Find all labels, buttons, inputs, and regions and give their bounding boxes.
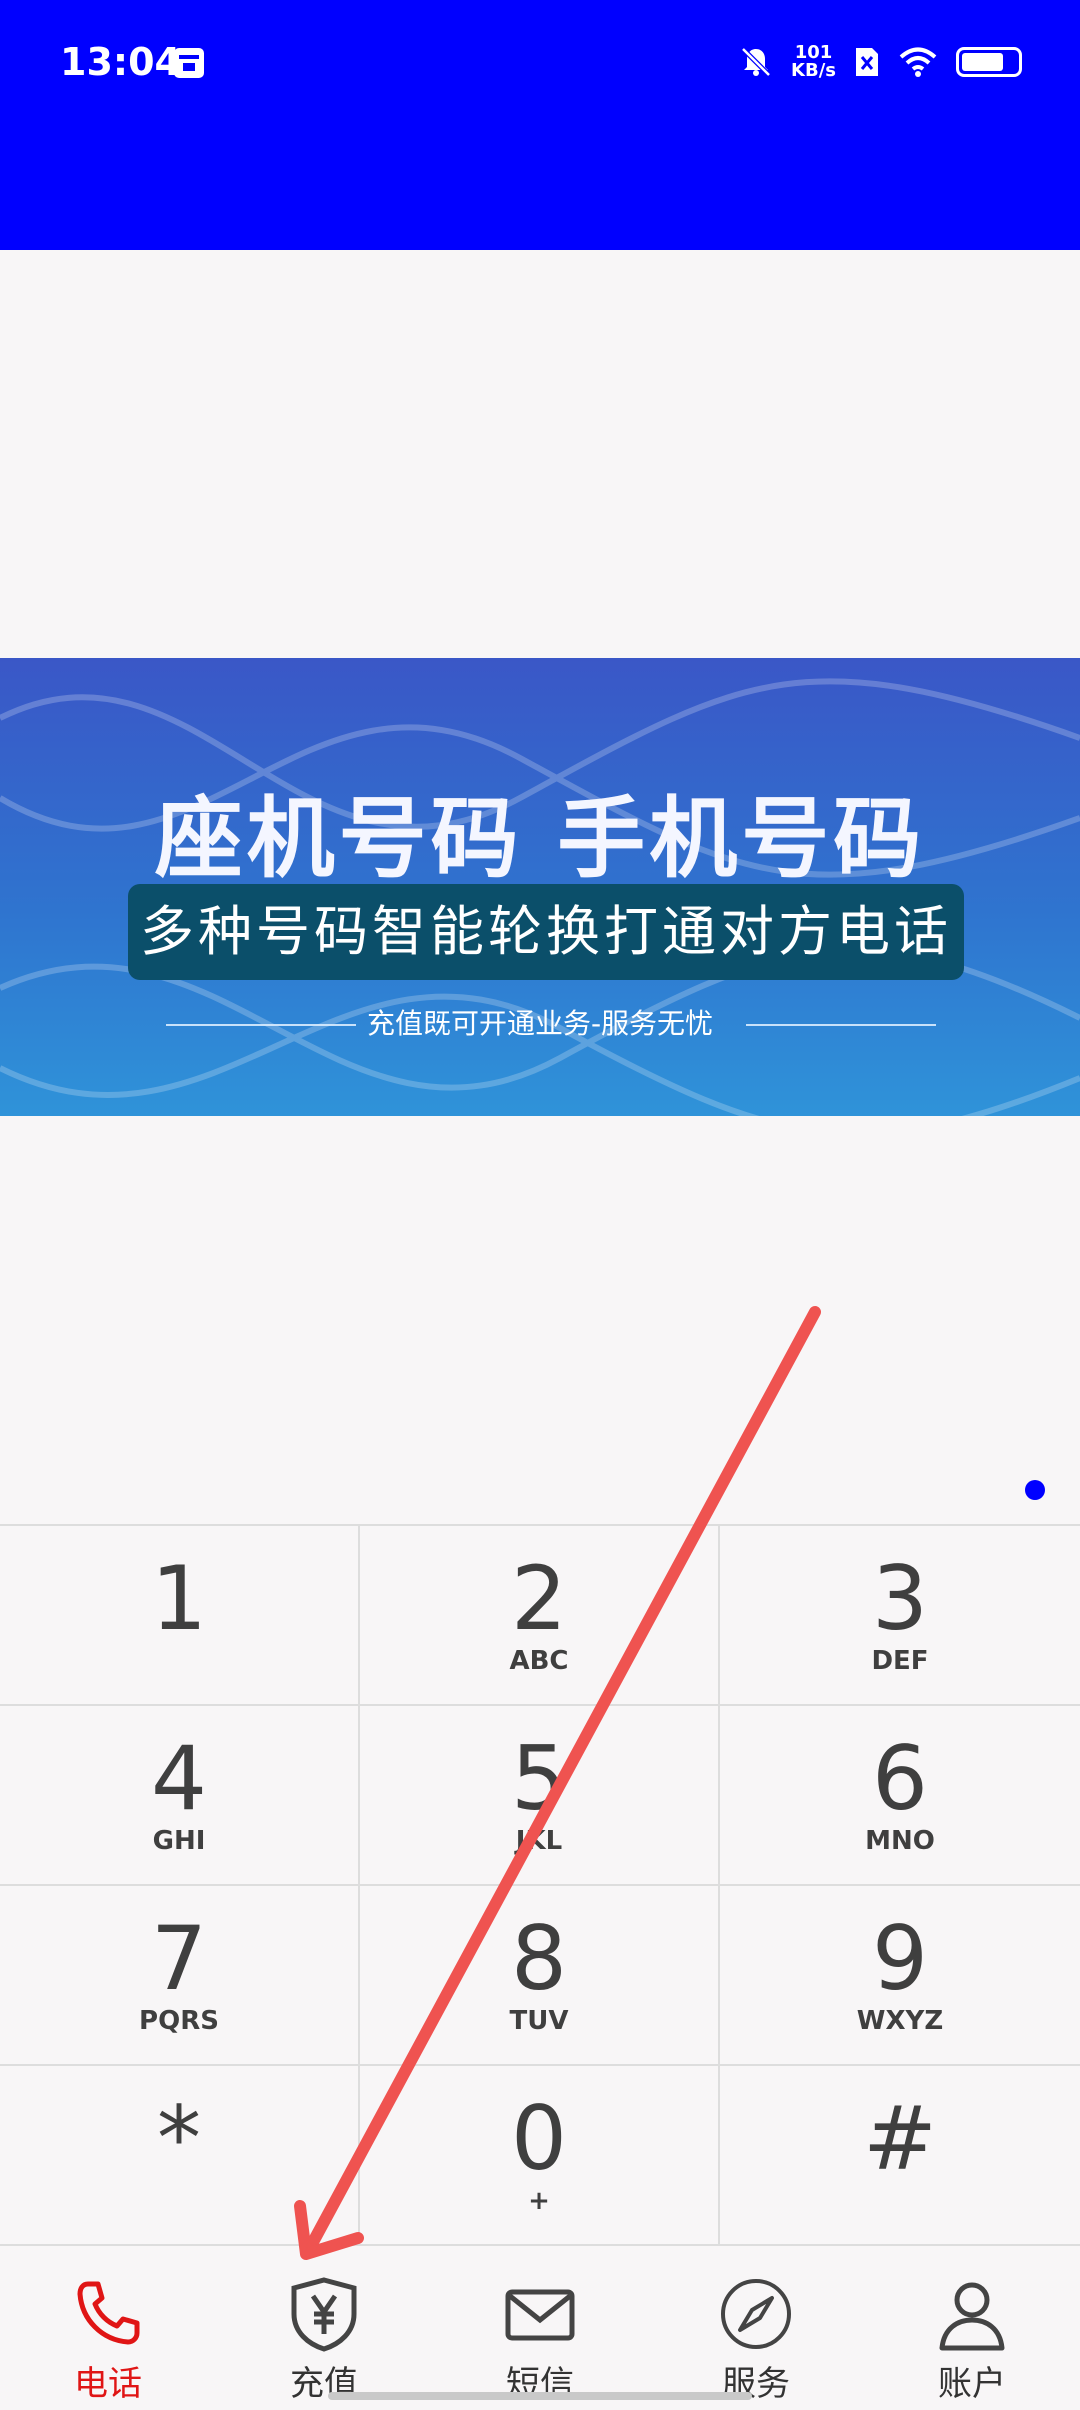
mute-bell-icon <box>741 47 771 77</box>
dial-key-7[interactable]: 7 PQRS <box>0 1886 360 2066</box>
user-icon <box>939 2282 1005 2351</box>
compass-icon <box>721 2279 791 2349</box>
dial-key-0[interactable]: 0 + <box>360 2066 720 2246</box>
key-digit: 3 <box>872 1547 928 1650</box>
battery-icon <box>956 47 1022 77</box>
status-indicators: 101 KB/s <box>739 36 1022 88</box>
key-letters: GHI <box>152 1826 206 1856</box>
key-digit: 0 <box>511 2087 567 2190</box>
dial-key-8[interactable]: 8 TUV <box>360 1886 720 2066</box>
tab-recharge[interactable]: 充值 <box>216 2246 432 2410</box>
banner-subtitle: 多种号码智能轮换打通对方电话 <box>128 884 964 980</box>
tab-sms[interactable]: 短信 <box>432 2246 648 2410</box>
floating-dot[interactable] <box>1025 1480 1045 1500</box>
network-speed: 101 KB/s <box>791 42 836 81</box>
key-digit: 1 <box>151 1547 207 1650</box>
dial-key-star[interactable]: * <box>0 2066 360 2246</box>
key-digit: 8 <box>511 1907 567 2010</box>
key-letters: PQRS <box>139 2006 219 2036</box>
dial-key-hash[interactable]: # <box>720 2066 1080 2246</box>
dial-key-6[interactable]: 6 MNO <box>720 1706 1080 1886</box>
key-digit: 7 <box>151 1907 207 2010</box>
tab-phone[interactable]: 电话 <box>0 2246 216 2410</box>
phone-icon <box>77 2281 140 2345</box>
key-digit: 2 <box>511 1547 567 1650</box>
key-letters: WXYZ <box>856 2006 944 2036</box>
tab-label: 账户 <box>938 2364 1006 2404</box>
sim-x-icon <box>856 48 878 76</box>
banner-title: 座机号码 手机号码 <box>154 787 926 890</box>
key-letters: DEF <box>871 1646 929 1676</box>
envelope-icon <box>505 2289 575 2341</box>
tab-account[interactable]: 账户 <box>864 2246 1080 2410</box>
bottom-tab-bar: 电话 充值 短信 服务 账户 <box>0 2244 1080 2410</box>
key-letters: ABC <box>509 1646 569 1676</box>
tab-label: 电话 <box>74 2364 142 2404</box>
dial-key-2[interactable]: 2 ABC <box>360 1526 720 1706</box>
key-letters: JKL <box>515 1826 563 1856</box>
key-digit: 6 <box>872 1727 928 1830</box>
key-digit: # <box>863 2087 937 2190</box>
key-digit: * <box>157 2087 201 2190</box>
dial-key-1[interactable]: 1 <box>0 1526 360 1706</box>
key-letters: + <box>528 2186 550 2216</box>
key-digit: 5 <box>511 1727 567 1830</box>
promo-banner[interactable]: 座机号码 手机号码 多种号码智能轮换打通对方电话 充值既可开通业务-服务无忧 <box>0 658 1080 1116</box>
key-letters: TUV <box>509 2006 569 2036</box>
dial-key-4[interactable]: 4 GHI <box>0 1706 360 1886</box>
tab-service[interactable]: 服务 <box>648 2246 864 2410</box>
key-digit: 9 <box>872 1907 928 2010</box>
banner-tagline: 充值既可开通业务-服务无忧 <box>366 1007 714 1040</box>
dialpad: 1 2 ABC 3 DEF 4 GHI 5 JKL 6 MNO 7 PQRS 8 TUV 9W… <box>0 1524 1080 2246</box>
dial-key-9[interactable]: 9 WXYZ <box>720 1886 1080 2066</box>
key-digit: 4 <box>151 1727 207 1830</box>
key-letters: MNO <box>865 1826 935 1856</box>
home-indicator[interactable] <box>328 2392 752 2400</box>
dial-key-5[interactable]: 5 JKL <box>360 1706 720 1886</box>
calendar-icon <box>174 48 204 78</box>
wifi-icon <box>899 47 937 77</box>
status-time: 13:04 <box>60 40 181 84</box>
dial-key-3[interactable]: 3 DEF <box>720 1526 1080 1706</box>
status-bar: 13:04 101 KB/s <box>0 0 1080 250</box>
battery-fill <box>962 53 1003 71</box>
yuan-shield-icon <box>291 2277 357 2352</box>
